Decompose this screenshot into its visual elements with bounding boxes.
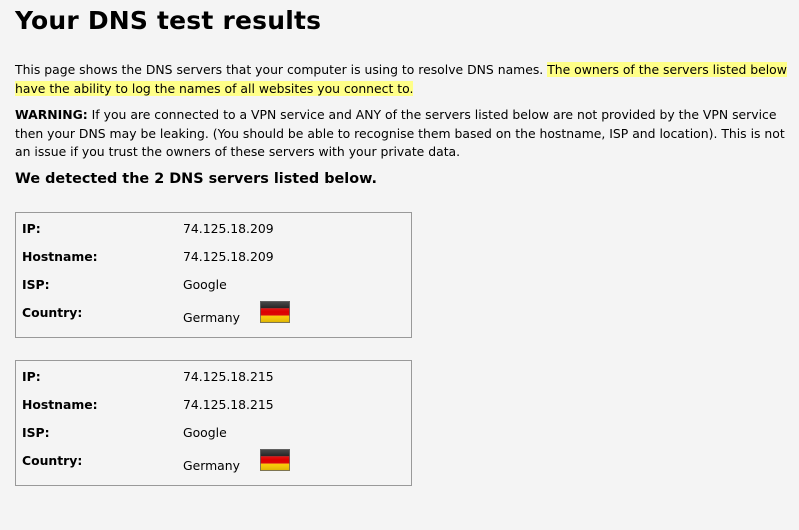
country-row: Country: Germany [22,449,407,481]
isp-value: Google [183,425,227,440]
country-label: Country: [22,453,83,468]
ip-value: 74.125.18.215 [183,369,274,384]
country-row: Country: Germany [22,301,407,333]
isp-value: Google [183,277,227,292]
hostname-value: 74.125.18.209 [183,249,274,264]
country-value: Germany [183,458,240,473]
germany-flag-icon [260,301,290,323]
hostname-row: Hostname: 74.125.18.209 [22,249,407,277]
ip-row: IP: 74.125.18.215 [22,369,407,397]
warning-paragraph: WARNING: If you are connected to a VPN s… [15,106,787,162]
country-value: Germany [183,310,240,325]
ip-row: IP: 74.125.18.209 [22,221,407,249]
dns-server-card: IP: 74.125.18.215 Hostname: 74.125.18.21… [15,360,412,486]
ip-label: IP: [22,221,41,236]
detected-heading: We detected the 2 DNS servers listed bel… [15,171,377,187]
isp-row: ISP: Google [22,277,407,305]
hostname-label: Hostname: [22,397,98,412]
isp-label: ISP: [22,425,50,440]
isp-row: ISP: Google [22,425,407,453]
intro-text: This page shows the DNS servers that you… [15,62,548,77]
hostname-label: Hostname: [22,249,98,264]
intro-paragraph: This page shows the DNS servers that you… [15,61,787,98]
warning-text: If you are connected to a VPN service an… [15,107,785,159]
country-label: Country: [22,305,83,320]
page-title: Your DNS test results [15,6,322,35]
dns-server-card: IP: 74.125.18.209 Hostname: 74.125.18.20… [15,212,412,338]
germany-flag-icon [260,449,290,471]
ip-value: 74.125.18.209 [183,221,274,236]
isp-label: ISP: [22,277,50,292]
hostname-value: 74.125.18.215 [183,397,274,412]
ip-label: IP: [22,369,41,384]
hostname-row: Hostname: 74.125.18.215 [22,397,407,425]
warning-label: WARNING: [15,107,88,122]
